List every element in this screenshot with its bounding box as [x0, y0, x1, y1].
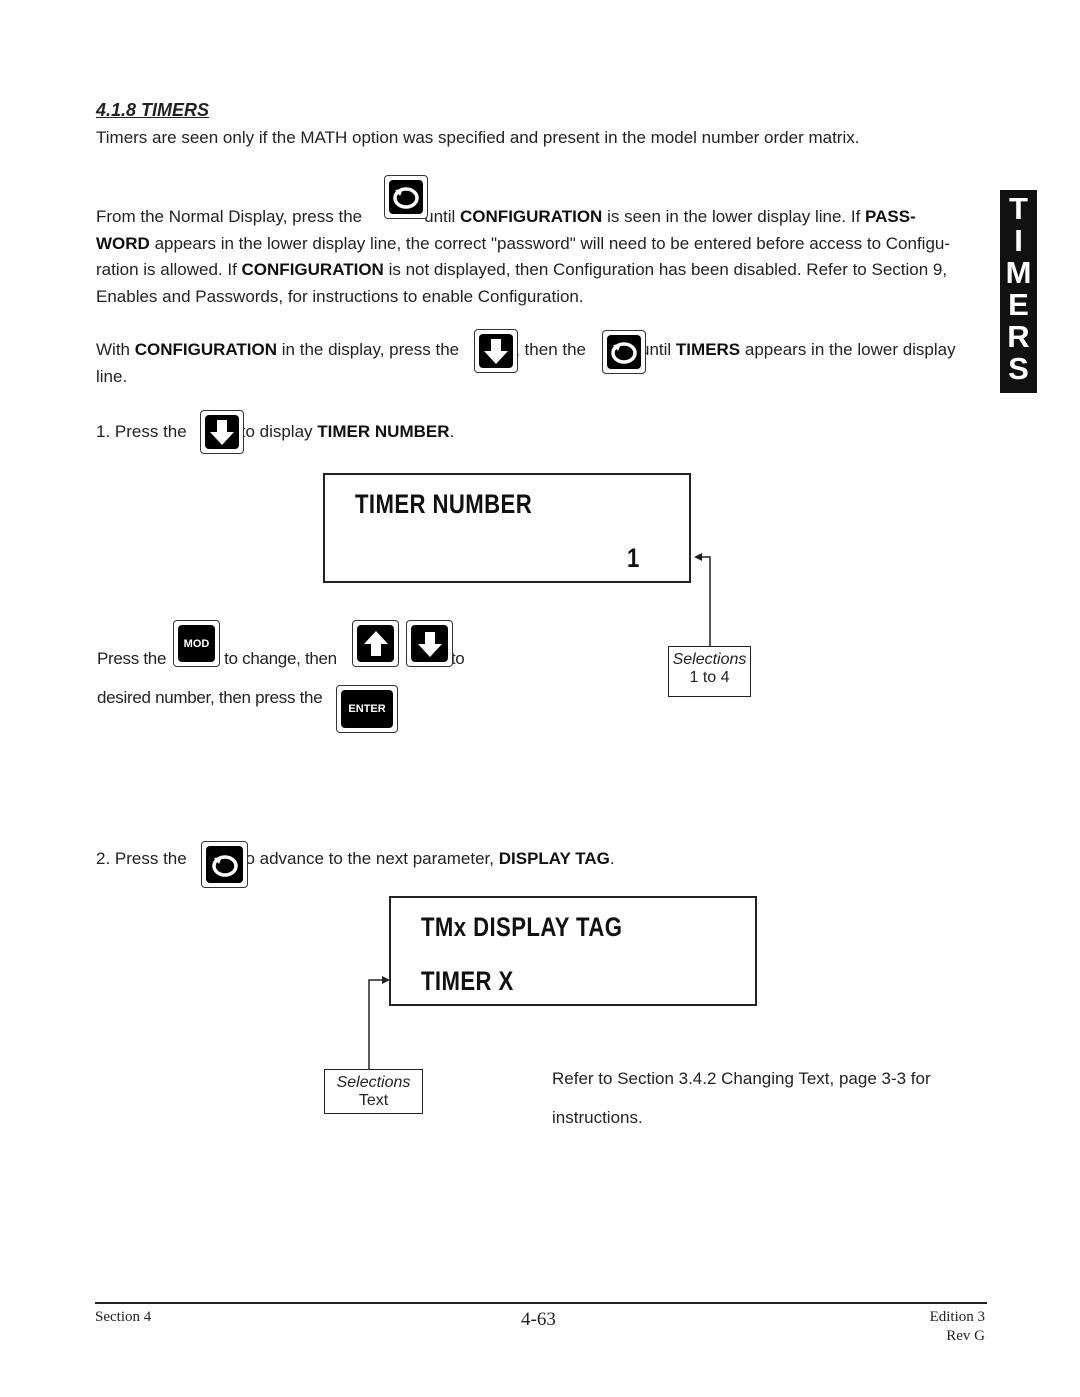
display-line1: TIMER NUMBER: [355, 489, 533, 519]
p1-line4: Enables and Passwords, for instructions …: [96, 287, 584, 306]
up-arrow-icon: [363, 630, 388, 656]
display-timer-number: TIMER NUMBER 1: [323, 473, 691, 583]
enter-key: ENTER: [336, 685, 398, 733]
display-line1: TMx DISPLAY TAG: [421, 912, 623, 942]
display-value: 1: [627, 543, 640, 573]
step2: 2. Press the to advance to the next param…: [96, 849, 615, 868]
down-key: [200, 410, 244, 454]
scroll-icon: [211, 854, 238, 877]
p1-line2: WORD appears in the lower display line, …: [96, 234, 951, 253]
p2-line2: line.: [96, 367, 128, 386]
p1-line3: ration is allowed. If CONFIGURATION is n…: [96, 260, 948, 279]
connector-arrow: [694, 553, 711, 646]
selections-box: Selections Text: [324, 1069, 423, 1114]
scroll-key: [602, 330, 646, 374]
p2-line1: With CONFIGURATION in the display, press…: [96, 340, 956, 359]
footer-edition: Edition 3: [929, 1309, 985, 1325]
footer-rev: Rev G: [946, 1328, 985, 1344]
p1-line1: From the Normal Display, press the until …: [96, 207, 916, 226]
scroll-key: [384, 175, 428, 219]
down-key: [406, 620, 453, 667]
up-key: [352, 620, 399, 667]
scroll-key: [201, 841, 248, 888]
down-arrow-icon: [417, 631, 442, 657]
down-key: [474, 329, 518, 373]
step1: 1. Press the to display TIMER NUMBER.: [96, 422, 455, 441]
refer-line1: Refer to Section 3.4.2 Changing Text, pa…: [552, 1069, 931, 1088]
scroll-icon: [611, 342, 637, 364]
selections-box: Selections 1 to 4: [668, 646, 751, 697]
display-line2: TIMER X: [421, 966, 514, 996]
intro-text: Timers are seen only if the MATH option …: [96, 128, 860, 147]
page-number: 4-63: [521, 1309, 556, 1330]
footer-section: Section 4: [95, 1309, 152, 1325]
section-heading: 4.1.8 TIMERS: [96, 100, 210, 120]
display-tag: TMx DISPLAY TAG TIMER X: [389, 896, 757, 1006]
down-arrow-icon: [484, 339, 508, 364]
scroll-icon: [393, 187, 419, 209]
manual-page: 4.1.8 TIMERS Timers are seen only if the…: [0, 0, 1080, 1397]
side-tab-timers: TIMERS: [1000, 190, 1037, 393]
footer-rule: [95, 1302, 987, 1304]
mod-key: MOD: [173, 620, 220, 667]
down-arrow-icon: [210, 420, 234, 445]
refer-line2: instructions.: [552, 1108, 643, 1127]
connector-arrow: [368, 976, 390, 1070]
